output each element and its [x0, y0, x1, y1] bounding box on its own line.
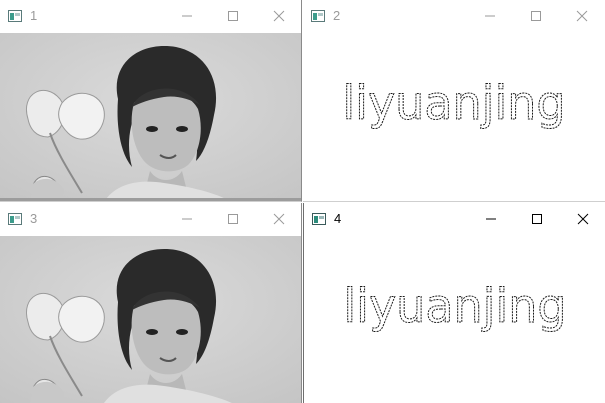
close-icon — [577, 213, 589, 225]
image-window-2[interactable]: 2 liyuanjing — [303, 0, 605, 202]
app-window-icon — [311, 10, 325, 22]
app-window-icon — [312, 213, 326, 225]
close-button[interactable] — [256, 203, 301, 235]
portrait-image — [0, 236, 301, 403]
maximize-icon — [228, 214, 238, 224]
edge-text-image: liyuanjing — [303, 33, 605, 201]
maximize-icon — [532, 214, 542, 224]
app-window-icon — [8, 213, 22, 225]
edge-text: liyuanjing — [342, 76, 565, 130]
title-bar[interactable]: 2 — [303, 0, 605, 32]
window-bottom-edge — [0, 198, 301, 201]
close-button[interactable] — [256, 0, 301, 32]
image-window-4[interactable]: 4 liyuanjing — [303, 203, 605, 403]
minimize-icon — [182, 15, 192, 17]
edge-text-image: liyuanjing — [304, 236, 605, 403]
maximize-icon — [531, 11, 541, 21]
minimize-icon — [182, 218, 192, 220]
minimize-button[interactable] — [164, 203, 210, 235]
maximize-button[interactable] — [210, 0, 256, 32]
minimize-icon — [485, 15, 495, 17]
minimize-button[interactable] — [164, 0, 210, 32]
text-canvas: liyuanjing — [342, 76, 566, 131]
window-title: 4 — [334, 211, 342, 226]
window-title: 1 — [30, 8, 38, 23]
maximize-button[interactable] — [514, 203, 560, 235]
minimize-icon — [486, 218, 496, 220]
edge-text: liyuanjing — [343, 279, 566, 333]
image-window-1[interactable]: 1 — [0, 0, 302, 202]
close-icon — [273, 10, 285, 22]
title-bar[interactable]: 4 — [304, 203, 605, 235]
window-title: 3 — [30, 211, 38, 226]
minimize-button[interactable] — [467, 0, 513, 32]
maximize-icon — [228, 11, 238, 21]
maximize-button[interactable] — [210, 203, 256, 235]
text-canvas: liyuanjing — [343, 279, 567, 334]
close-button[interactable] — [559, 0, 605, 32]
portrait-image — [0, 33, 301, 201]
grayscale-photo — [0, 236, 301, 403]
image-window-3[interactable]: 3 — [0, 203, 302, 403]
close-icon — [576, 10, 588, 22]
window-title: 2 — [333, 8, 341, 23]
minimize-button[interactable] — [468, 203, 514, 235]
close-button[interactable] — [560, 203, 605, 235]
app-window-icon — [8, 10, 22, 22]
grayscale-photo — [0, 33, 301, 201]
title-bar[interactable]: 1 — [0, 0, 301, 32]
maximize-button[interactable] — [513, 0, 559, 32]
title-bar[interactable]: 3 — [0, 203, 301, 235]
close-icon — [273, 213, 285, 225]
